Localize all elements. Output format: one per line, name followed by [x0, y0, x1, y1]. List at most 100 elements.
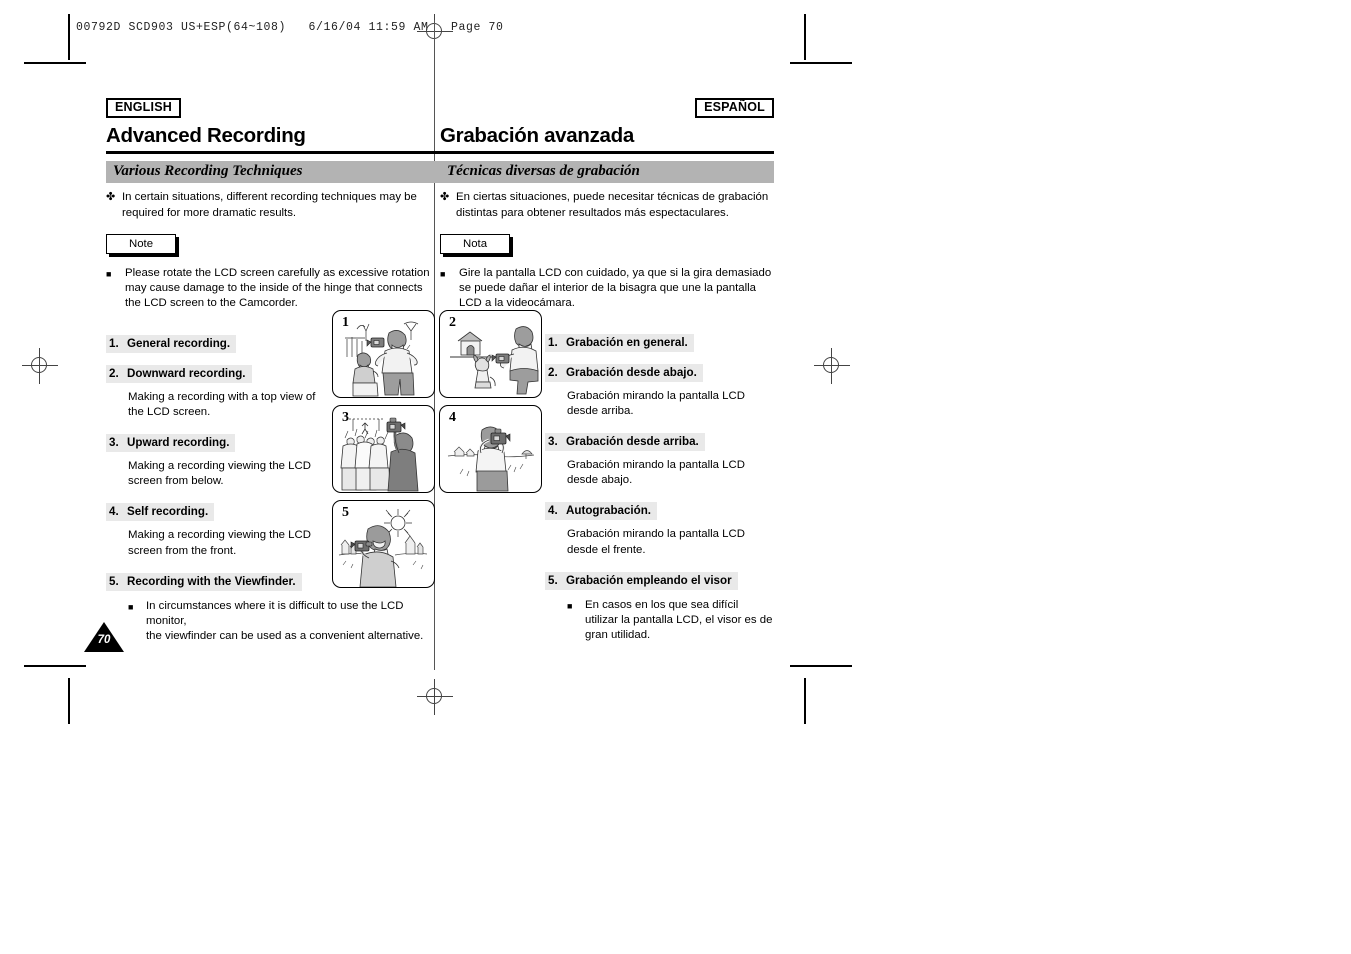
square-bullet-icon: ■	[106, 269, 112, 279]
page-number-text: 70	[97, 634, 111, 646]
english-item-3-index: 3.	[109, 436, 119, 450]
spanish-item-5-subbullet-text: En casos en los que sea difícil utilizar…	[585, 598, 773, 642]
registration-mark-right	[814, 348, 850, 384]
crop-mark-bottom-left-v	[68, 678, 70, 724]
spanish-title-rule	[440, 151, 774, 154]
spanish-technique-list: 1. Grabación en general. 2. Grabación desd…	[545, 333, 774, 644]
list-item: 2. Grabación desde abajo. Grabación miran…	[545, 363, 774, 419]
figure-2: 2	[439, 310, 542, 398]
english-item-4-heading: 4. Self recording.	[106, 503, 215, 522]
crop-mark-bottom-right-v	[804, 678, 806, 724]
english-title-rule	[106, 151, 440, 154]
english-item-5-index: 5.	[109, 574, 119, 588]
english-note-label: Note	[129, 238, 154, 250]
english-intro-text: In certain situations, different recordi…	[122, 191, 417, 219]
spanish-item-4-description: Grabación mirando la pantalla LCD desde …	[567, 528, 745, 556]
registration-mark-circle	[823, 357, 839, 373]
registration-mark-bottom-center	[417, 679, 453, 715]
spanish-item-4-index: 4.	[548, 504, 558, 518]
english-language-tag: ENGLISH	[106, 98, 181, 118]
figure-1-number: 1	[342, 315, 349, 330]
crop-mark-top-left	[24, 62, 86, 64]
flower-bullet-icon: ✤	[106, 191, 116, 203]
english-section-title: Various Recording Techniques	[106, 161, 440, 183]
spanish-intro-bullet-row: ✤ En ciertas situaciones, puede necesita…	[440, 190, 774, 221]
english-item-4-label: Self recording.	[127, 505, 209, 519]
figure-2-number: 2	[449, 315, 456, 330]
spanish-item-3-label: Grabación desde arriba.	[566, 435, 699, 449]
spanish-item-3-index: 3.	[548, 435, 558, 449]
page-number-badge: 70	[84, 622, 124, 652]
crop-mark-top-left-v	[68, 14, 70, 60]
registration-mark-circle	[426, 688, 442, 704]
square-bullet-icon: ■	[128, 601, 134, 612]
list-item: 4. Autograbación. Grabación mirando la pa…	[545, 501, 774, 557]
print-slug: 00792D SCD903 US+ESP(64~108) 6/16/04 11:…	[76, 21, 504, 34]
english-item-2-description: Making a recording with a top view of th…	[128, 390, 316, 418]
figure-5-number: 5	[342, 505, 349, 520]
spanish-language-tag: ESPAÑOL	[695, 98, 774, 118]
english-item-3-label: Upward recording.	[127, 436, 230, 450]
crop-mark-top-right-v	[804, 14, 806, 60]
spanish-item-4-heading: 4. Autograbación.	[545, 502, 658, 521]
spanish-item-2-description: Grabación mirando la pantalla LCD desde …	[567, 389, 745, 417]
spanish-note-text: Gire la pantalla LCD con cuidado, ya que…	[459, 267, 772, 310]
english-item-2-index: 2.	[109, 366, 119, 380]
figure-1: 1	[332, 310, 435, 398]
english-item-5-subbullet-text: In circumstances where it is difficult t…	[146, 599, 424, 643]
figure-4-number: 4	[449, 410, 456, 425]
spanish-item-1-index: 1.	[548, 335, 558, 349]
spanish-item-1-heading: 1. Grabación en general.	[545, 333, 694, 352]
english-item-1-heading: 1. General recording.	[106, 334, 237, 353]
registration-mark-circle	[31, 357, 47, 373]
english-item-1-label: General recording.	[127, 336, 231, 350]
spanish-item-2-index: 2.	[548, 365, 558, 379]
english-item-5-label: Recording with the Viewfinder.	[127, 574, 296, 588]
english-item-2-heading: 2. Downward recording.	[106, 364, 252, 383]
english-item-4-description: Making a recording viewing the LCD scree…	[128, 529, 311, 557]
crop-mark-bottom-right	[790, 665, 852, 667]
spanish-item-5-index: 5.	[548, 573, 558, 587]
square-bullet-icon: ■	[440, 269, 446, 279]
english-item-2-label: Downward recording.	[127, 366, 246, 380]
spanish-item-5-label: Grabación empleando el visor	[566, 573, 732, 587]
manual-page: 00792D SCD903 US+ESP(64~108) 6/16/04 11:…	[0, 0, 1351, 954]
figure-3-number: 3	[342, 410, 349, 425]
spanish-intro-text: En ciertas situaciones, puede necesitar …	[456, 191, 769, 219]
spanish-item-3-heading: 3. Grabación desde arriba.	[545, 433, 705, 452]
english-intro-bullet-row: ✤ In certain situations, different recor…	[106, 190, 440, 221]
spanish-note-box: Nota	[440, 234, 511, 254]
crop-mark-top-right	[790, 62, 852, 64]
list-item: 1. Grabación en general.	[545, 333, 774, 352]
spanish-section-title: Técnicas diversas de grabación	[440, 161, 774, 183]
crop-mark-bottom-left	[24, 665, 86, 667]
english-item-3-heading: 3. Upward recording.	[106, 434, 236, 453]
list-item: 3. Grabación desde arriba. Grabación mira…	[545, 432, 774, 488]
spanish-item-2-heading: 2. Grabación desde abajo.	[545, 363, 703, 382]
english-item-4-index: 4.	[109, 505, 119, 519]
spanish-item-1-label: Grabación en general.	[566, 335, 688, 349]
figure-3: 3	[332, 405, 435, 493]
english-item-5-subbullet-row: ■ In circumstances where it is difficult…	[128, 599, 440, 645]
english-item-3-description: Making a recording viewing the LCD scree…	[128, 460, 311, 488]
english-lang-row: ENGLISH	[106, 98, 440, 118]
flower-bullet-icon: ✤	[440, 191, 450, 203]
figure-4: 4	[439, 405, 542, 493]
english-item-1-index: 1.	[109, 336, 119, 350]
english-note-box: Note	[106, 234, 177, 254]
spanish-item-2-label: Grabación desde abajo.	[566, 365, 697, 379]
spanish-item-3-description: Grabación mirando la pantalla LCD desde …	[567, 459, 745, 487]
spanish-item-5-heading: 5. Grabación empleando el visor	[545, 571, 738, 590]
spanish-note-label: Nota	[463, 238, 488, 250]
list-item: 5. Grabación empleando el visor ■ En caso…	[545, 571, 774, 644]
figure-5: 5	[332, 500, 435, 588]
registration-mark-left	[22, 348, 58, 384]
english-note-row: ■ Please rotate the LCD screen carefully…	[106, 266, 440, 312]
english-note-text: Please rotate the LCD screen carefully a…	[125, 267, 430, 310]
spanish-lang-row: ESPAÑOL	[440, 98, 774, 118]
square-bullet-icon: ■	[567, 600, 573, 611]
spanish-note-row: ■ Gire la pantalla LCD con cuidado, ya q…	[440, 266, 774, 312]
spanish-item-5-subbullet-row: ■ En casos en los que sea difícil utiliz…	[567, 598, 774, 644]
english-item-5-heading: 5. Recording with the Viewfinder.	[106, 572, 302, 591]
spanish-chapter-title: Grabación avanzada	[440, 124, 634, 147]
